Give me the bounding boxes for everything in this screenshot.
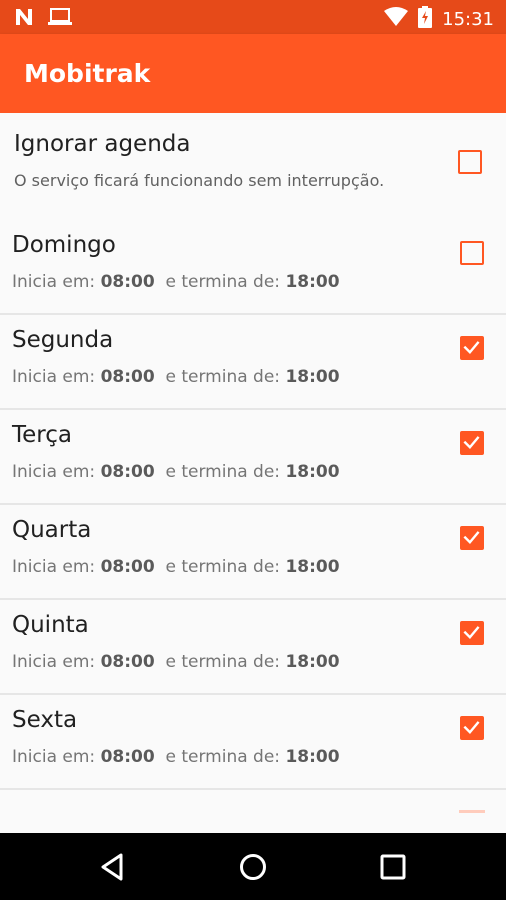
app-title: Mobitrak (24, 59, 151, 88)
back-icon (101, 853, 123, 881)
navigation-bar (0, 833, 506, 900)
end-time[interactable]: 18:00 (285, 652, 339, 672)
laptop-icon (48, 7, 72, 31)
day-times: Inicia em: 08:00 e termina de: 18:00 (12, 272, 340, 292)
starts-label: Inicia em: (12, 272, 96, 292)
day-row[interactable]: Sexta Inicia em: 08:00 e termina de: 18:0… (0, 695, 506, 790)
day-checkbox[interactable] (460, 716, 484, 740)
day-checkbox[interactable] (460, 526, 484, 550)
ends-label: e termina de: (165, 652, 281, 672)
day-times: Inicia em: 08:00 e termina de: 18:00 (12, 747, 340, 767)
ignore-schedule-checkbox[interactable] (458, 150, 482, 174)
day-row[interactable]: Terça Inicia em: 08:00 e termina de: 18:0… (0, 410, 506, 505)
day-times: Inicia em: 08:00 e termina de: 18:00 (12, 652, 340, 672)
day-checkbox[interactable] (460, 621, 484, 645)
day-times: Inicia em: 08:00 e termina de: 18:00 (12, 462, 340, 482)
recents-button[interactable] (377, 851, 409, 883)
day-checkbox[interactable] (460, 241, 484, 265)
starts-label: Inicia em: (12, 747, 96, 767)
ends-label: e termina de: (165, 272, 281, 292)
start-time[interactable]: 08:00 (101, 462, 155, 482)
battery-charging-icon (418, 6, 433, 32)
home-icon (240, 854, 266, 880)
day-row[interactable]: Quarta Inicia em: 08:00 e termina de: 18:… (0, 505, 506, 600)
day-name: Quinta (12, 612, 89, 638)
ignore-schedule-row[interactable]: Ignorar agenda O serviço ficará funciona… (0, 113, 506, 218)
start-time[interactable]: 08:00 (101, 272, 155, 292)
start-time[interactable]: 08:00 (101, 652, 155, 672)
status-time: 15:31 (442, 8, 494, 30)
app-bar: Mobitrak (0, 34, 506, 113)
day-name: Segunda (12, 327, 114, 353)
status-bar: 15:31 (0, 0, 506, 34)
starts-label: Inicia em: (12, 557, 96, 577)
starts-label: Inicia em: (12, 462, 96, 482)
notification-n-icon (14, 7, 34, 31)
home-button[interactable] (237, 851, 269, 883)
day-name: Terça (12, 422, 72, 448)
end-time[interactable]: 18:00 (285, 557, 339, 577)
day-row[interactable]: Segunda Inicia em: 08:00 e termina de: 18… (0, 315, 506, 410)
day-checkbox[interactable] (460, 336, 484, 360)
end-time[interactable]: 18:00 (285, 272, 339, 292)
start-time[interactable]: 08:00 (101, 367, 155, 387)
day-checkbox[interactable] (460, 431, 484, 455)
end-time[interactable]: 18:00 (285, 367, 339, 387)
day-times: Inicia em: 08:00 e termina de: 18:00 (12, 367, 340, 387)
ignore-schedule-title: Ignorar agenda (14, 131, 191, 157)
day-name: Domingo (12, 232, 116, 258)
ends-label: e termina de: (165, 462, 281, 482)
day-row[interactable]: Domingo Inicia em: 08:00 e termina de: 18… (0, 220, 506, 315)
recents-icon (380, 854, 406, 880)
day-times: Inicia em: 08:00 e termina de: 18:00 (12, 557, 340, 577)
ignore-schedule-subtitle: O serviço ficará funcionando sem interru… (14, 171, 385, 190)
day-row[interactable]: Quinta Inicia em: 08:00 e termina de: 18:… (0, 600, 506, 695)
wifi-icon (384, 7, 409, 31)
ends-label: e termina de: (165, 747, 281, 767)
starts-label: Inicia em: (12, 652, 96, 672)
end-time[interactable]: 18:00 (285, 462, 339, 482)
schedule-list[interactable]: Ignorar agenda O serviço ficará funciona… (0, 113, 506, 833)
end-time[interactable]: 18:00 (285, 747, 339, 767)
day-name: Sexta (12, 707, 78, 733)
day-name: Quarta (12, 517, 92, 543)
back-button[interactable] (97, 851, 129, 883)
start-time[interactable]: 08:00 (101, 557, 155, 577)
start-time[interactable]: 08:00 (101, 747, 155, 767)
ends-label: e termina de: (165, 367, 281, 387)
starts-label: Inicia em: (12, 367, 96, 387)
partial-checkbox (459, 810, 485, 813)
ends-label: e termina de: (165, 557, 281, 577)
